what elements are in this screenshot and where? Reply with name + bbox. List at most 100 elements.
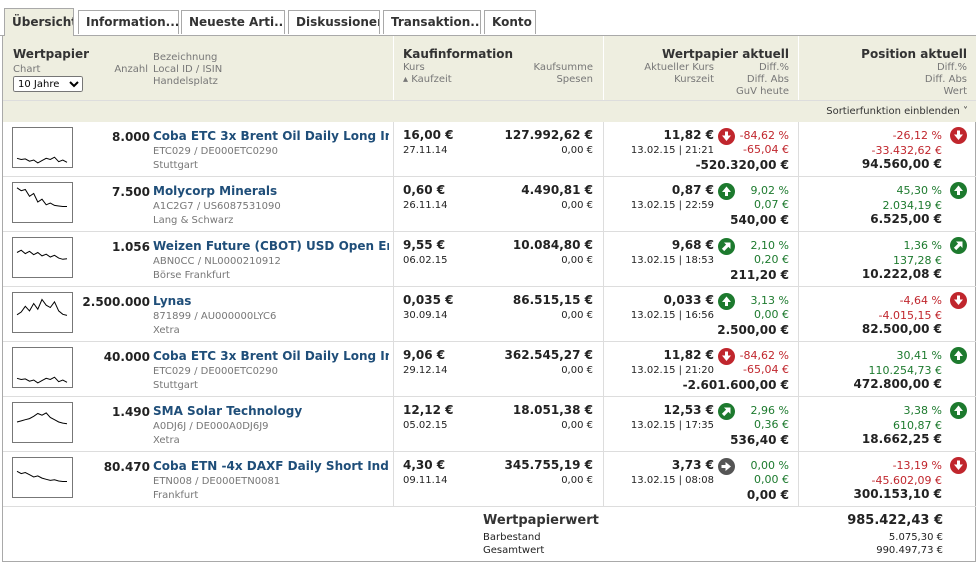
header-divider [393,36,394,100]
trend-up-icon [718,293,735,310]
table-row: 8.000 Coba ETC 3x Brent Oil Daily Long I… [3,122,976,177]
guv-heute-value: 2.500,00 € [717,323,789,337]
sparkline-chart[interactable] [12,292,73,333]
anzahl-value: 7.500 [112,185,150,199]
sparkline-chart[interactable] [12,347,73,388]
sort-up-icon: ▴ [403,74,409,85]
kaufsumme-value: 4.490,81 € [521,183,593,197]
aktueller-kurs-value: 12,53 € [663,403,714,417]
position-diff-pct: 45,30 % [896,184,942,197]
table-row: 1.056 Weizen Future (CBOT) USD Open End … [3,232,976,287]
security-name-link[interactable]: Coba ETC 3x Brent Oil Daily Long Index [153,129,389,143]
aktueller-kurs-value: 9,68 € [671,238,714,252]
sparkline-chart[interactable] [12,182,73,223]
column-divider [798,397,799,452]
chart-range-select[interactable]: 10 Jahre [13,76,83,92]
table-row: 7.500 Molycorp Minerals A1C2G7 / US60875… [3,177,976,232]
tab-diskussionen[interactable]: Diskussionen [288,10,380,34]
tab-neueste-artikel[interactable]: Neueste Arti... [181,10,285,34]
sparkline-chart[interactable] [12,127,73,168]
anzahl-value: 1.056 [112,240,150,254]
diff-pct-value: -84,62 % [739,129,789,142]
position-diff-abs: -33.432,62 € [871,144,942,157]
sort-toggle-link[interactable]: Sortierfunktion einblenden ˅ [826,106,968,117]
sparkline-line [16,187,67,207]
table-row: 40.000 Coba ETC 3x Brent Oil Daily Long … [3,342,976,397]
position-diff-pct: 1,36 % [903,239,942,252]
kaufkurs-value: 9,06 € [403,348,446,362]
security-name-link[interactable]: Molycorp Minerals [153,184,389,198]
col-kaufzeit-sort[interactable]: ▴ Kaufzeit [403,74,452,86]
portfolio-app: Übersicht Information... Neueste Arti...… [0,0,976,562]
security-name-link[interactable]: Coba ETC 3x Brent Oil Daily Long Index [153,349,389,363]
kaufzeit-value: 26.11.14 [403,200,448,211]
trend-down-icon [718,348,735,365]
sparkline [16,470,67,482]
kaufzeit-value: 06.02.15 [403,255,448,266]
sparkline-line [16,249,68,260]
security-name-link[interactable]: Coba ETN -4x DAXF Daily Short Index [153,459,389,473]
position-wert: 300.153,10 € [853,487,942,501]
column-divider [603,452,604,507]
table-header: Wertpapier Chart 10 Jahre Anzahl Bezeich… [3,36,976,100]
kurszeit-value: 13.02.15 | 08:08 [630,475,714,486]
anzahl-value: 80.470 [103,460,150,474]
kaufsumme-value: 86.515,15 € [512,293,593,307]
col-aktueller-kurs: Aktueller Kurs [644,62,714,73]
security-id: A1C2G7 / US6087531090 [153,201,281,212]
column-divider [798,452,799,507]
handelsplatz-value: Xetra [153,435,180,446]
col-kurs: Kurs [403,62,425,73]
aktueller-kurs-value: 11,82 € [663,128,714,142]
spesen-value: 0,00 € [561,310,593,321]
tab-uebersicht[interactable]: Übersicht [4,8,74,36]
kaufsumme-value: 345.755,19 € [504,458,593,472]
wertpapierwert-value: 985.422,43 € [847,513,943,528]
anzahl-value: 8.000 [112,130,150,144]
trend-up-icon [950,347,967,364]
column-divider [603,397,604,452]
handelsplatz-value: Börse Frankfurt [153,270,230,281]
handelsplatz-value: Frankfurt [153,490,199,501]
position-diff-abs: 137,28 € [893,254,942,267]
position-diff-abs: 110.254,73 € [868,364,942,377]
sparkline-line [16,156,68,164]
column-divider [603,177,604,232]
diff-abs-value: 0,07 € [754,198,789,211]
column-divider [798,342,799,397]
diff-pct-value: 2,10 % [750,239,789,252]
diff-abs-value: 0,36 € [754,418,789,431]
col-kaufsumme: Kaufsumme [533,62,593,73]
sparkline-line [16,376,68,384]
col-bezeichnung: Bezeichnung [153,52,218,63]
tab-information[interactable]: Information... [78,10,179,34]
kurszeit-value: 13.02.15 | 18:53 [630,255,714,266]
kaufsumme-value: 362.545,27 € [504,348,593,362]
sparkline-chart[interactable] [12,237,73,278]
diff-abs-value: -65,04 € [743,363,789,376]
sort-bar: Sortierfunktion einblenden ˅ [3,100,976,122]
anzahl-value: 40.000 [103,350,150,364]
portfolio-summary: Wertpapierwert 985.422,43 € Barbestand 5… [3,507,976,561]
spesen-value: 0,00 € [561,255,593,266]
trend-down-icon [718,128,735,145]
aktueller-kurs-value: 0,87 € [671,183,714,197]
security-name-link[interactable]: Lynas [153,294,389,308]
sparkline [16,298,68,316]
column-divider [603,122,604,177]
tab-transaktionen[interactable]: Transaktion... [383,10,481,34]
security-name-link[interactable]: Weizen Future (CBOT) USD Open End [153,239,389,253]
position-diff-abs: 610,87 € [893,419,942,432]
kaufzeit-value: 09.11.14 [403,475,448,486]
diff-abs-value: 0,00 € [754,473,789,486]
kaufzeit-value: 27.11.14 [403,145,448,156]
sparkline-chart[interactable] [12,457,73,498]
kurszeit-value: 13.02.15 | 21:21 [630,145,714,156]
col-local-id: Local ID / ISIN [153,64,223,75]
col-handelsplatz: Handelsplatz [153,76,218,87]
sparkline-chart[interactable] [12,402,73,443]
security-name-link[interactable]: SMA Solar Technology [153,404,389,418]
spesen-value: 0,00 € [561,475,593,486]
tab-konto[interactable]: Konto [484,10,536,34]
guv-heute-value: -520.320,00 € [695,158,789,172]
